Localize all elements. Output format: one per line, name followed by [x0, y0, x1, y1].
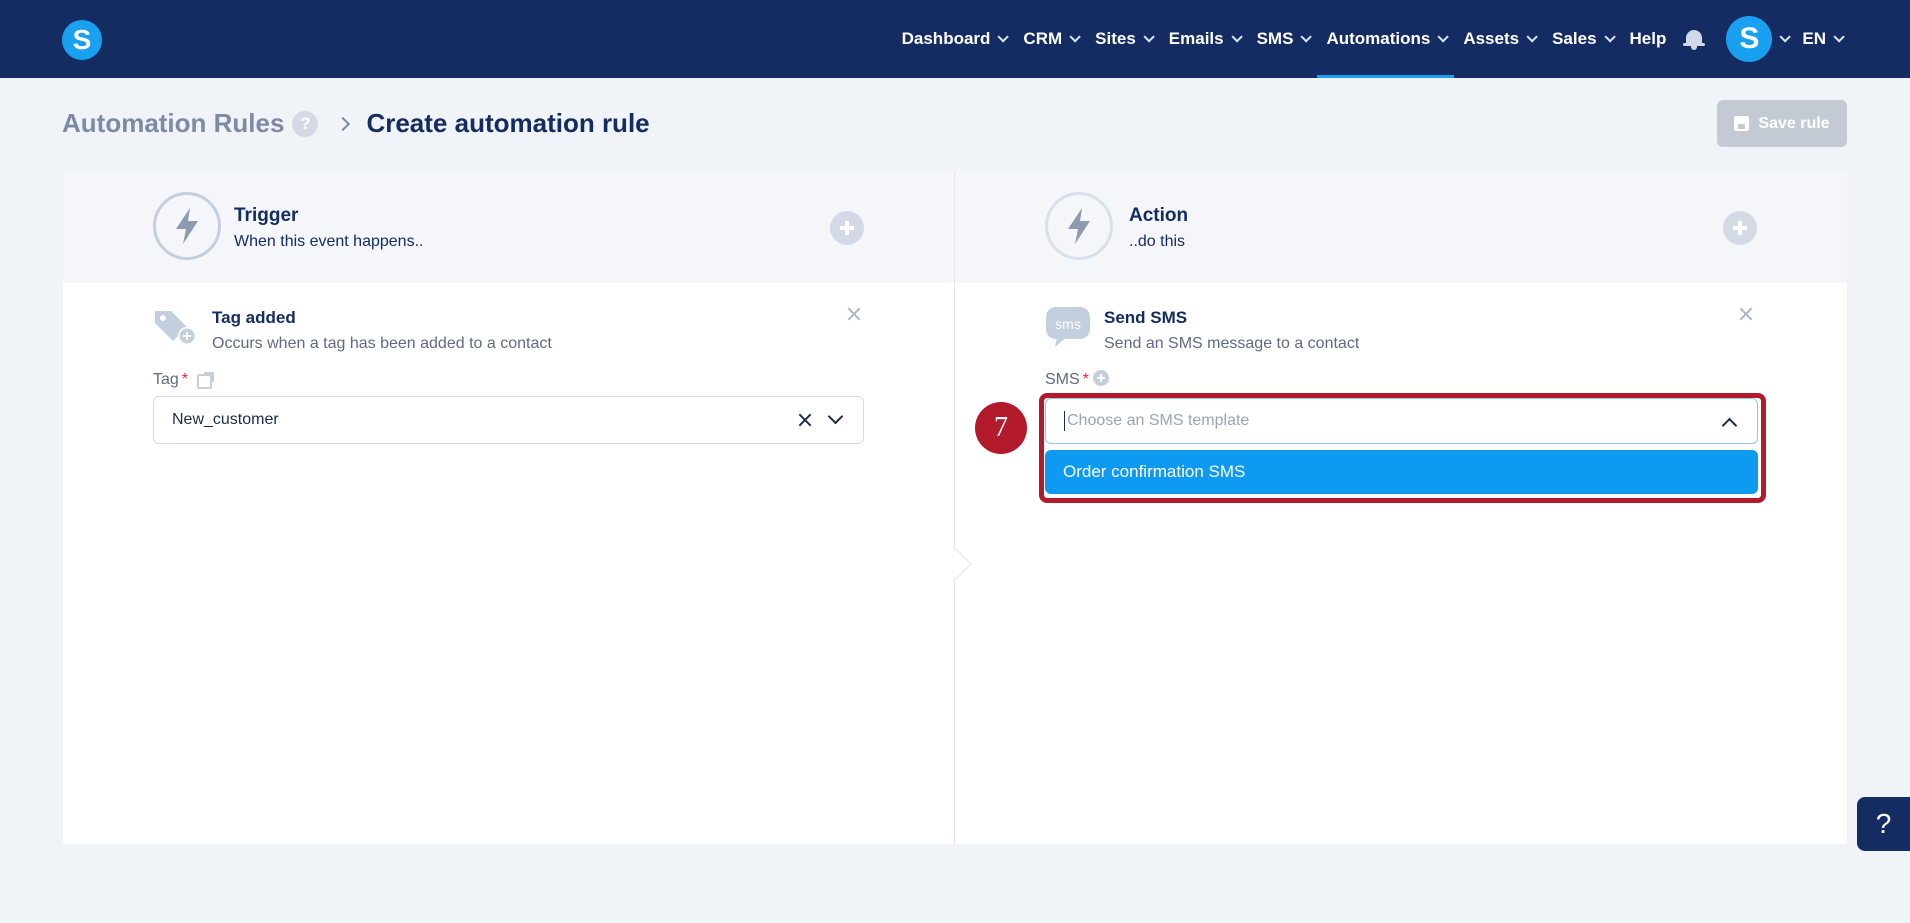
trigger-block-description: Occurs when a tag has been added to a co… [212, 335, 552, 352]
page-title: Create automation rule [366, 108, 650, 138]
tag-field-label: Tag * [153, 371, 188, 389]
trigger-panel: Trigger When this event happens.. Tag ad… [63, 171, 954, 844]
add-trigger-button[interactable] [830, 211, 864, 245]
highlight-box [1039, 393, 1766, 503]
lightning-icon [153, 192, 221, 260]
nav-sales-label: Sales [1552, 29, 1597, 48]
tag-select[interactable]: New_customer [153, 396, 864, 444]
nav-automations-label: Automations [1326, 29, 1431, 48]
chevron-down-icon [1779, 31, 1792, 43]
nav-sites[interactable]: Sites [1086, 0, 1160, 78]
chevron-down-icon [1231, 31, 1243, 43]
remove-trigger-icon[interactable] [846, 306, 862, 322]
save-rule-label: Save rule [1758, 114, 1830, 132]
step-badge: 7 [975, 402, 1027, 454]
chevron-down-icon [1069, 31, 1081, 43]
save-rule-button[interactable]: Save rule [1717, 100, 1847, 147]
tag-add-icon [153, 307, 199, 352]
step-number: 7 [994, 412, 1008, 443]
help-widget-button[interactable]: ? [1857, 797, 1910, 851]
chevron-down-icon [1526, 31, 1538, 43]
action-block-description: Send an SMS message to a contact [1104, 335, 1360, 352]
nav-help[interactable]: Help [1621, 0, 1676, 78]
trigger-subtitle: When this event happens.. [234, 233, 424, 250]
tag-label-text: Tag [153, 371, 179, 388]
action-header: Action ..do this [955, 171, 1847, 283]
user-menu[interactable]: S [1717, 0, 1793, 78]
nav-crm[interactable]: CRM [1014, 0, 1086, 78]
app-logo[interactable]: S [62, 20, 102, 60]
nav-assets[interactable]: Assets [1454, 0, 1543, 78]
add-action-button[interactable] [1723, 211, 1757, 245]
help-widget-label: ? [1875, 808, 1892, 839]
action-subtitle: ..do this [1129, 233, 1186, 250]
help-icon[interactable]: ? [292, 110, 319, 137]
lightning-cycle-icon [1045, 192, 1113, 260]
chevron-down-icon [1603, 31, 1616, 43]
sms-bubble-icon: sms [1045, 306, 1091, 353]
app-logo-letter: S [72, 24, 92, 55]
chevron-down-icon [1437, 31, 1450, 43]
language-selector[interactable]: EN [1793, 0, 1850, 78]
external-link-icon[interactable] [197, 372, 214, 389]
sms-field-label: SMS * [1045, 371, 1089, 389]
avatar-letter: S [1739, 22, 1760, 55]
action-title: Action [1129, 205, 1189, 226]
nav-sms[interactable]: SMS [1248, 0, 1318, 78]
chevron-down-icon [1143, 31, 1155, 43]
nav-sales[interactable]: Sales [1543, 0, 1620, 78]
chevron-down-icon [1300, 31, 1313, 43]
nav-sms-label: SMS [1256, 29, 1294, 48]
sms-label-text: SMS [1045, 371, 1080, 388]
clear-icon[interactable] [797, 412, 813, 428]
nav-automations[interactable]: Automations [1317, 0, 1455, 78]
nav-assets-label: Assets [1463, 29, 1520, 48]
nav-emails-label: Emails [1168, 29, 1224, 48]
trigger-block-title: Tag added [212, 308, 296, 327]
required-mark: * [1082, 371, 1089, 388]
chevron-down-icon[interactable] [827, 408, 844, 425]
nav-crm-label: CRM [1023, 29, 1063, 48]
nav-emails[interactable]: Emails [1160, 0, 1248, 78]
top-navbar: S Dashboard CRM Sites Emails SMS Automat… [0, 0, 1910, 78]
save-icon [1734, 116, 1750, 131]
trigger-header: Trigger When this event happens.. [63, 171, 954, 283]
nav-sites-label: Sites [1095, 29, 1136, 48]
help-mark: ? [300, 113, 311, 133]
tag-select-value: New_customer [172, 411, 279, 428]
breadcrumb-parent-link[interactable]: Automation Rules [62, 108, 284, 139]
action-panel: Action ..do this sms Send SMS Send an SM… [955, 171, 1847, 844]
bell-icon[interactable] [1683, 28, 1706, 50]
chevron-down-icon [997, 31, 1010, 43]
avatar: S [1726, 16, 1773, 62]
nav-dashboard[interactable]: Dashboard [893, 0, 1015, 78]
remove-action-icon[interactable] [1738, 306, 1754, 322]
chevron-down-icon [1833, 31, 1845, 43]
main-nav: Dashboard CRM Sites Emails SMS Automatio… [893, 0, 1850, 78]
chevron-right-icon [336, 116, 351, 131]
language-label: EN [1802, 29, 1826, 48]
action-block-title: Send SMS [1104, 308, 1188, 327]
breadcrumb: Automation Rules ? Create automation rul… [62, 108, 650, 139]
sms-icon-text: sms [1055, 316, 1081, 332]
nav-dashboard-label: Dashboard [901, 29, 991, 48]
required-mark: * [181, 371, 189, 388]
nav-help-label: Help [1629, 29, 1667, 48]
add-sms-icon[interactable] [1092, 369, 1110, 392]
trigger-title: Trigger [234, 205, 299, 226]
